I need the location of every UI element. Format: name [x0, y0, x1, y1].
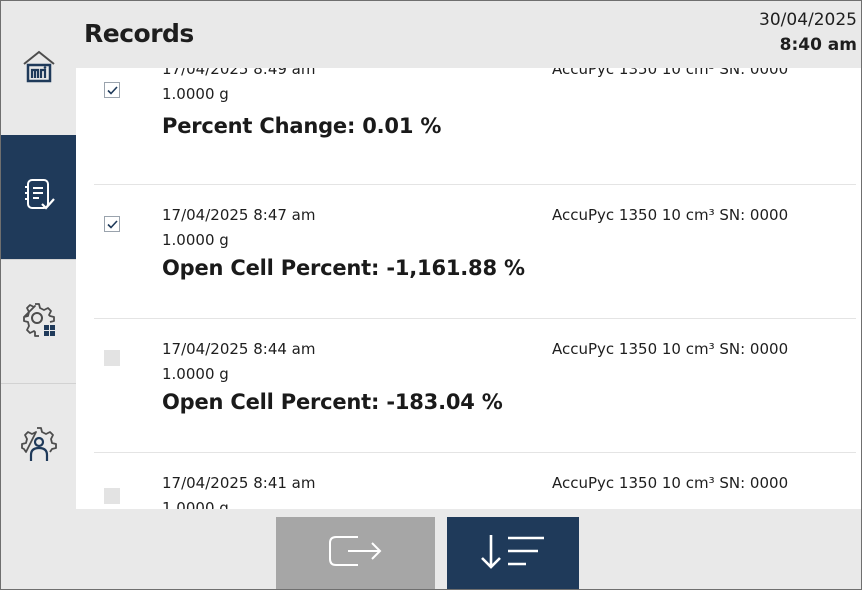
record-mass: 1.0000 g	[162, 499, 229, 509]
record-row[interactable]: 17/04/2025 8:44 am AccuPyc 1350 10 cm³ S…	[94, 318, 856, 453]
sidebar-item-records[interactable]	[1, 135, 76, 259]
record-datetime: 17/04/2025 8:47 am	[162, 206, 316, 224]
header-date: 30/04/2025	[759, 10, 857, 30]
record-checkbox[interactable]	[104, 488, 120, 504]
sort-descending-icon	[478, 529, 548, 577]
export-icon	[324, 529, 388, 577]
header: Records 30/04/2025 8:40 am	[76, 1, 861, 68]
record-result: Percent Change: 0.01 %	[162, 114, 442, 138]
record-datetime: 17/04/2025 8:41 am	[162, 474, 316, 492]
app-settings-icon	[20, 301, 58, 343]
record-mass: 1.0000 g	[162, 85, 229, 103]
export-button[interactable]	[276, 517, 435, 589]
record-mass: 1.0000 g	[162, 365, 229, 383]
record-row[interactable]: 17/04/2025 8:47 am AccuPyc 1350 10 cm³ S…	[94, 184, 856, 319]
record-instrument: AccuPyc 1350 10 cm³ SN: 0000	[552, 474, 789, 492]
record-instrument: AccuPyc 1350 10 cm³ SN: 0000	[552, 340, 789, 358]
record-mass: 1.0000 g	[162, 231, 229, 249]
record-row[interactable]: 17/04/2025 8:41 am AccuPyc 1350 10 cm³ S…	[94, 452, 856, 509]
checkmark-icon	[106, 85, 118, 95]
app-window: Records 30/04/2025 8:40 am 17/04/2025 8:…	[0, 0, 862, 590]
sidebar-item-home[interactable]	[1, 1, 76, 135]
record-datetime: 17/04/2025 8:44 am	[162, 340, 316, 358]
user-settings-icon	[20, 426, 58, 468]
sidebar-item-user-settings[interactable]	[1, 383, 76, 510]
sidebar-item-app-settings[interactable]	[1, 259, 76, 384]
record-row[interactable]: 17/04/2025 8:49 am AccuPyc 1350 10 cm³ S…	[94, 68, 856, 185]
records-icon	[22, 177, 56, 217]
checkmark-icon	[106, 219, 118, 229]
record-result: Open Cell Percent: -1,161.88 %	[162, 256, 525, 280]
record-datetime: 17/04/2025 8:49 am	[162, 68, 316, 78]
record-checkbox[interactable]	[104, 350, 120, 366]
record-result: Open Cell Percent: -183.04 %	[162, 390, 503, 414]
record-checkbox[interactable]	[104, 216, 120, 232]
sidebar	[1, 1, 76, 509]
bottom-toolbar	[1, 509, 861, 589]
page-title: Records	[84, 19, 194, 48]
header-time: 8:40 am	[779, 35, 857, 55]
sort-button[interactable]	[447, 517, 579, 589]
records-list[interactable]: 17/04/2025 8:49 am AccuPyc 1350 10 cm³ S…	[76, 68, 861, 509]
record-checkbox[interactable]	[104, 82, 120, 98]
home-icon	[21, 48, 57, 88]
record-instrument: AccuPyc 1350 10 cm³ SN: 0000	[552, 206, 789, 224]
record-instrument: AccuPyc 1350 10 cm³ SN: 0000	[552, 68, 789, 78]
